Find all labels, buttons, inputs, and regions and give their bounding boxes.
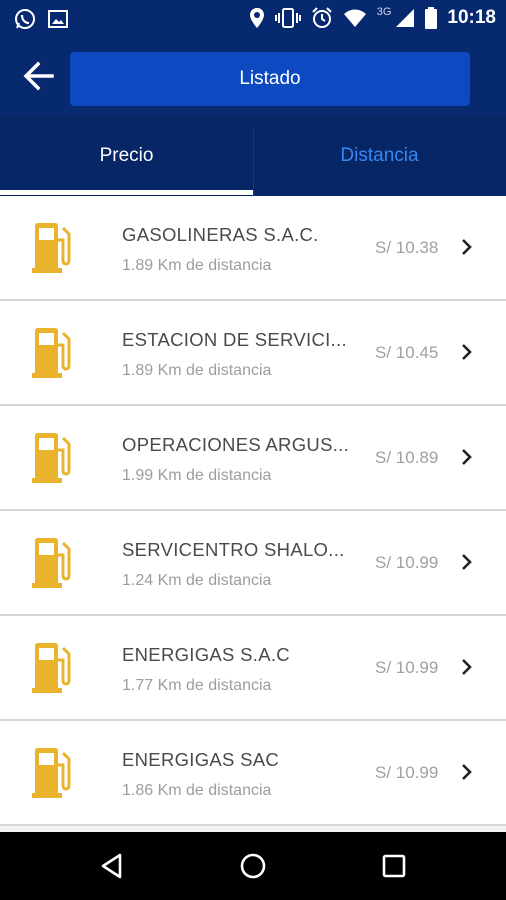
station-row[interactable]: SERVICENTRO SHALO... 1.24 Km de distanci… — [0, 511, 506, 616]
active-tab-indicator — [0, 190, 253, 195]
station-row[interactable]: ENERGIGAS S.A.C 1.77 Km de distancia S/ … — [0, 616, 506, 721]
tab-divider — [253, 128, 254, 196]
tab-distancia[interactable]: Distancia — [253, 116, 506, 196]
signal-icon — [396, 9, 415, 27]
fuel-pump-icon — [32, 433, 71, 483]
fuel-pump-icon — [32, 538, 71, 588]
station-name: ENERGIGAS SAC — [122, 749, 280, 770]
fuel-pump-icon — [32, 328, 71, 378]
station-list: GASOLINERAS S.A.C. 1.89 Km de distancia … — [0, 196, 506, 826]
fuel-pump-icon — [32, 643, 71, 693]
station-name: OPERACIONES ARGUS... — [122, 434, 350, 455]
station-name: ENERGIGAS S.A.C — [122, 644, 290, 665]
chevron-right-icon — [462, 239, 472, 255]
station-price: S/ 10.45 — [375, 343, 439, 362]
station-price: S/ 10.99 — [375, 553, 439, 572]
chevron-right-icon — [462, 449, 472, 465]
battery-icon — [425, 7, 438, 29]
station-distance: 1.24 Km de distancia — [122, 572, 272, 589]
network-type-label: 3G — [376, 6, 392, 18]
station-price: S/ 10.89 — [375, 448, 439, 467]
chevron-right-icon — [462, 764, 472, 780]
chevron-right-icon — [462, 659, 472, 675]
station-distance: 1.77 Km de distancia — [122, 677, 272, 694]
system-nav-bar — [0, 832, 506, 900]
sort-tabs: Precio Distancia — [0, 116, 506, 196]
fuel-pump-icon — [32, 748, 71, 798]
station-distance: 1.86 Km de distancia — [122, 782, 272, 799]
station-price: S/ 10.99 — [375, 658, 439, 677]
location-icon — [249, 8, 264, 28]
station-row[interactable]: OPERACIONES ARGUS... 1.99 Km de distanci… — [0, 406, 506, 511]
whatsapp-icon — [15, 9, 35, 29]
wifi-icon — [343, 9, 366, 27]
back-button[interactable] — [18, 56, 58, 96]
station-row[interactable]: GASOLINERAS S.A.C. 1.89 Km de distancia … — [0, 196, 506, 301]
station-row[interactable]: ESTACION DE SERVICI... 1.89 Km de distan… — [0, 301, 506, 406]
gallery-icon — [48, 10, 68, 28]
station-name: ESTACION DE SERVICI... — [122, 329, 347, 350]
status-bar: 3G 10:18 — [0, 0, 506, 38]
arrow-left-icon — [23, 61, 54, 91]
station-name: GASOLINERAS S.A.C. — [122, 224, 319, 245]
station-row[interactable]: ENERGIGAS SAC 1.86 Km de distancia S/ 10… — [0, 721, 506, 826]
station-distance: 1.99 Km de distancia — [122, 467, 272, 484]
recents-square-icon[interactable] — [380, 852, 408, 880]
station-price: S/ 10.99 — [375, 763, 439, 782]
chevron-right-icon — [462, 554, 472, 570]
station-distance: 1.89 Km de distancia — [122, 362, 272, 379]
chevron-right-icon — [462, 344, 472, 360]
alarm-icon — [311, 7, 332, 28]
page-title: Listado — [70, 52, 470, 106]
app-toolbar: Listado — [0, 38, 506, 116]
clock-time: 10:18 — [447, 7, 496, 28]
vibrate-icon — [274, 8, 301, 28]
station-price: S/ 10.38 — [375, 238, 439, 257]
station-distance: 1.89 Km de distancia — [122, 257, 272, 274]
back-triangle-icon[interactable] — [98, 852, 126, 880]
fuel-pump-icon — [32, 223, 71, 273]
station-name: SERVICENTRO SHALO... — [122, 539, 345, 560]
home-circle-icon[interactable] — [239, 852, 267, 880]
tab-precio[interactable]: Precio — [0, 116, 253, 196]
